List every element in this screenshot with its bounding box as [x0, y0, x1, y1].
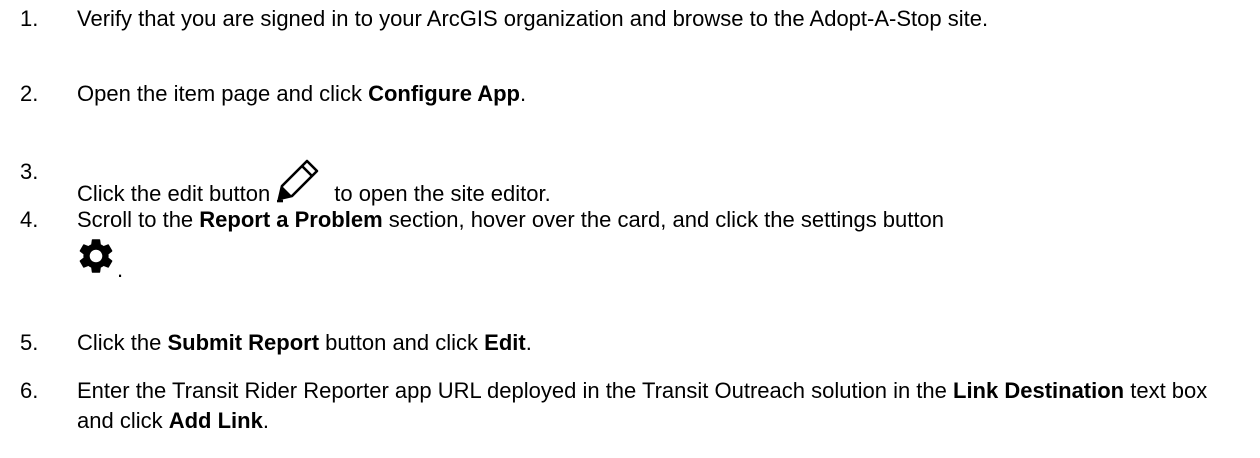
step-number: 5.: [20, 330, 39, 355]
step-number: 2.: [20, 81, 39, 106]
ui-term: Edit: [484, 330, 526, 355]
step-number: 6.: [20, 378, 39, 403]
gear-icon: [79, 239, 113, 273]
step-text: Verify that you are signed in to your Ar…: [77, 6, 989, 31]
ui-term: Link Destination: [953, 378, 1125, 403]
step-number: 1.: [20, 6, 39, 31]
ui-term: Configure App: [368, 81, 520, 106]
ui-term: Submit Report: [167, 330, 320, 355]
step-text: Enter the Transit Rider Reporter app URL…: [77, 378, 1208, 433]
ui-term: Add Link: [168, 408, 263, 433]
step-text: Scroll to the Report a Problem section, …: [77, 207, 944, 282]
step-number: 3.: [20, 159, 39, 184]
step-text: Click the edit button to open the site e…: [77, 157, 1250, 209]
step-text: Click the Submit Report button and click…: [77, 330, 532, 355]
step-text: Open the item page and click Configure A…: [77, 81, 527, 106]
ui-term: Report a Problem: [199, 207, 383, 232]
pencil-icon: [277, 159, 319, 203]
step-number: 4.: [20, 207, 39, 232]
